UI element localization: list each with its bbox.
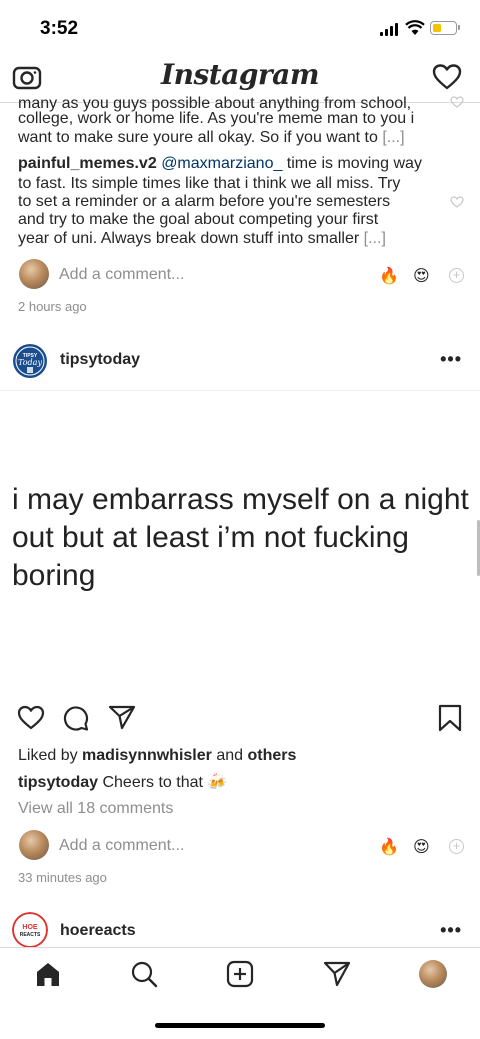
battery-icon — [430, 21, 460, 35]
more-options-button[interactable]: ••• — [440, 920, 462, 941]
heart-icon[interactable] — [432, 62, 462, 92]
home-indicator — [155, 1023, 325, 1028]
new-post-icon[interactable] — [226, 960, 254, 988]
caption-line: want to make sure youre all okay. So if … — [18, 128, 405, 148]
instagram-logo: Instagram — [161, 58, 319, 91]
bookmark-icon[interactable] — [438, 704, 462, 732]
more-reactions-icon[interactable]: + — [449, 839, 464, 854]
comment-line: to fast. Its simple times like that i th… — [18, 175, 401, 192]
search-icon[interactable] — [130, 960, 158, 988]
home-icon[interactable] — [34, 960, 62, 988]
likes-and: and — [211, 747, 248, 764]
caption-text: want to make sure youre all okay. So if … — [18, 129, 383, 146]
svg-text:Today: Today — [18, 358, 42, 367]
comment-username[interactable]: painful_memes.v2 — [18, 155, 157, 172]
status-time: 3:52 — [40, 18, 79, 39]
post-header: TIPSY Today tipsytoday ••• — [0, 334, 480, 390]
signal-icon — [380, 22, 400, 36]
view-all-comments-link[interactable]: View all 18 comments — [18, 799, 173, 819]
comment-text: time is moving way — [282, 155, 422, 172]
post-image[interactable]: i may embarrass myself on a night out bu… — [0, 391, 480, 699]
fire-emoji-button[interactable]: 🔥 — [379, 837, 399, 857]
likes-summary: Liked by madisynnwhisler and others — [18, 746, 296, 766]
likes-prefix: Liked by — [18, 747, 83, 764]
heart-eyes-emoji-button[interactable]: 😍 — [413, 266, 430, 286]
wifi-icon — [405, 20, 425, 35]
activity-icon[interactable] — [323, 960, 351, 988]
fire-emoji-button[interactable]: 🔥 — [379, 266, 399, 286]
comment: painful_memes.v2 @maxmarziano_ time is m… — [18, 154, 422, 174]
mention-link[interactable]: @maxmarziano_ — [161, 155, 282, 172]
share-icon[interactable] — [108, 704, 136, 730]
add-comment-input[interactable]: Add a comment... — [59, 266, 184, 284]
like-icon[interactable] — [17, 704, 45, 730]
comment-line: year of uni. Always break down stuff int… — [18, 229, 386, 249]
caption-text: Cheers to that 🍻 — [98, 774, 228, 791]
avatar — [19, 830, 49, 860]
more-link[interactable]: [...] — [364, 230, 386, 247]
comment-line: and try to make the goal about competing… — [18, 211, 379, 228]
post-caption: tipsytoday Cheers to that 🍻 — [18, 773, 227, 793]
add-comment-input[interactable]: Add a comment... — [59, 837, 184, 855]
post-timestamp: 33 minutes ago — [18, 870, 107, 885]
like-comment-icon[interactable] — [450, 196, 464, 208]
caption-username[interactable]: tipsytoday — [18, 774, 98, 791]
profile-avatar[interactable] — [419, 960, 447, 988]
avatar[interactable]: TIPSY Today — [12, 343, 48, 379]
post-username[interactable]: hoereacts — [60, 922, 136, 940]
more-reactions-icon[interactable]: + — [449, 268, 464, 283]
more-link[interactable]: [...] — [382, 129, 404, 146]
comment-line: to set a reminder or a alarm before you'… — [18, 193, 391, 210]
svg-text:REACTS: REACTS — [20, 932, 41, 938]
status-bar: 3:52 — [0, 0, 480, 56]
heart-eyes-emoji-button[interactable]: 😍 — [413, 837, 430, 857]
post-username[interactable]: tipsytoday — [60, 351, 140, 369]
liked-others-link[interactable]: others — [247, 747, 296, 764]
comment-icon[interactable] — [62, 704, 90, 732]
liked-user-link[interactable]: madisynnwhisler — [82, 747, 212, 764]
caption-line: college, work or home life. As you're me… — [18, 110, 415, 127]
avatar — [19, 259, 49, 289]
avatar[interactable]: HOE REACTS — [12, 912, 48, 948]
more-options-button[interactable]: ••• — [440, 349, 462, 370]
svg-text:HOE: HOE — [22, 924, 38, 931]
post-image-text: i may embarrass myself on a night out bu… — [12, 483, 469, 592]
like-comment-icon[interactable] — [450, 96, 464, 108]
post-timestamp: 2 hours ago — [18, 299, 87, 314]
comment-text: year of uni. Always break down stuff int… — [18, 230, 364, 247]
